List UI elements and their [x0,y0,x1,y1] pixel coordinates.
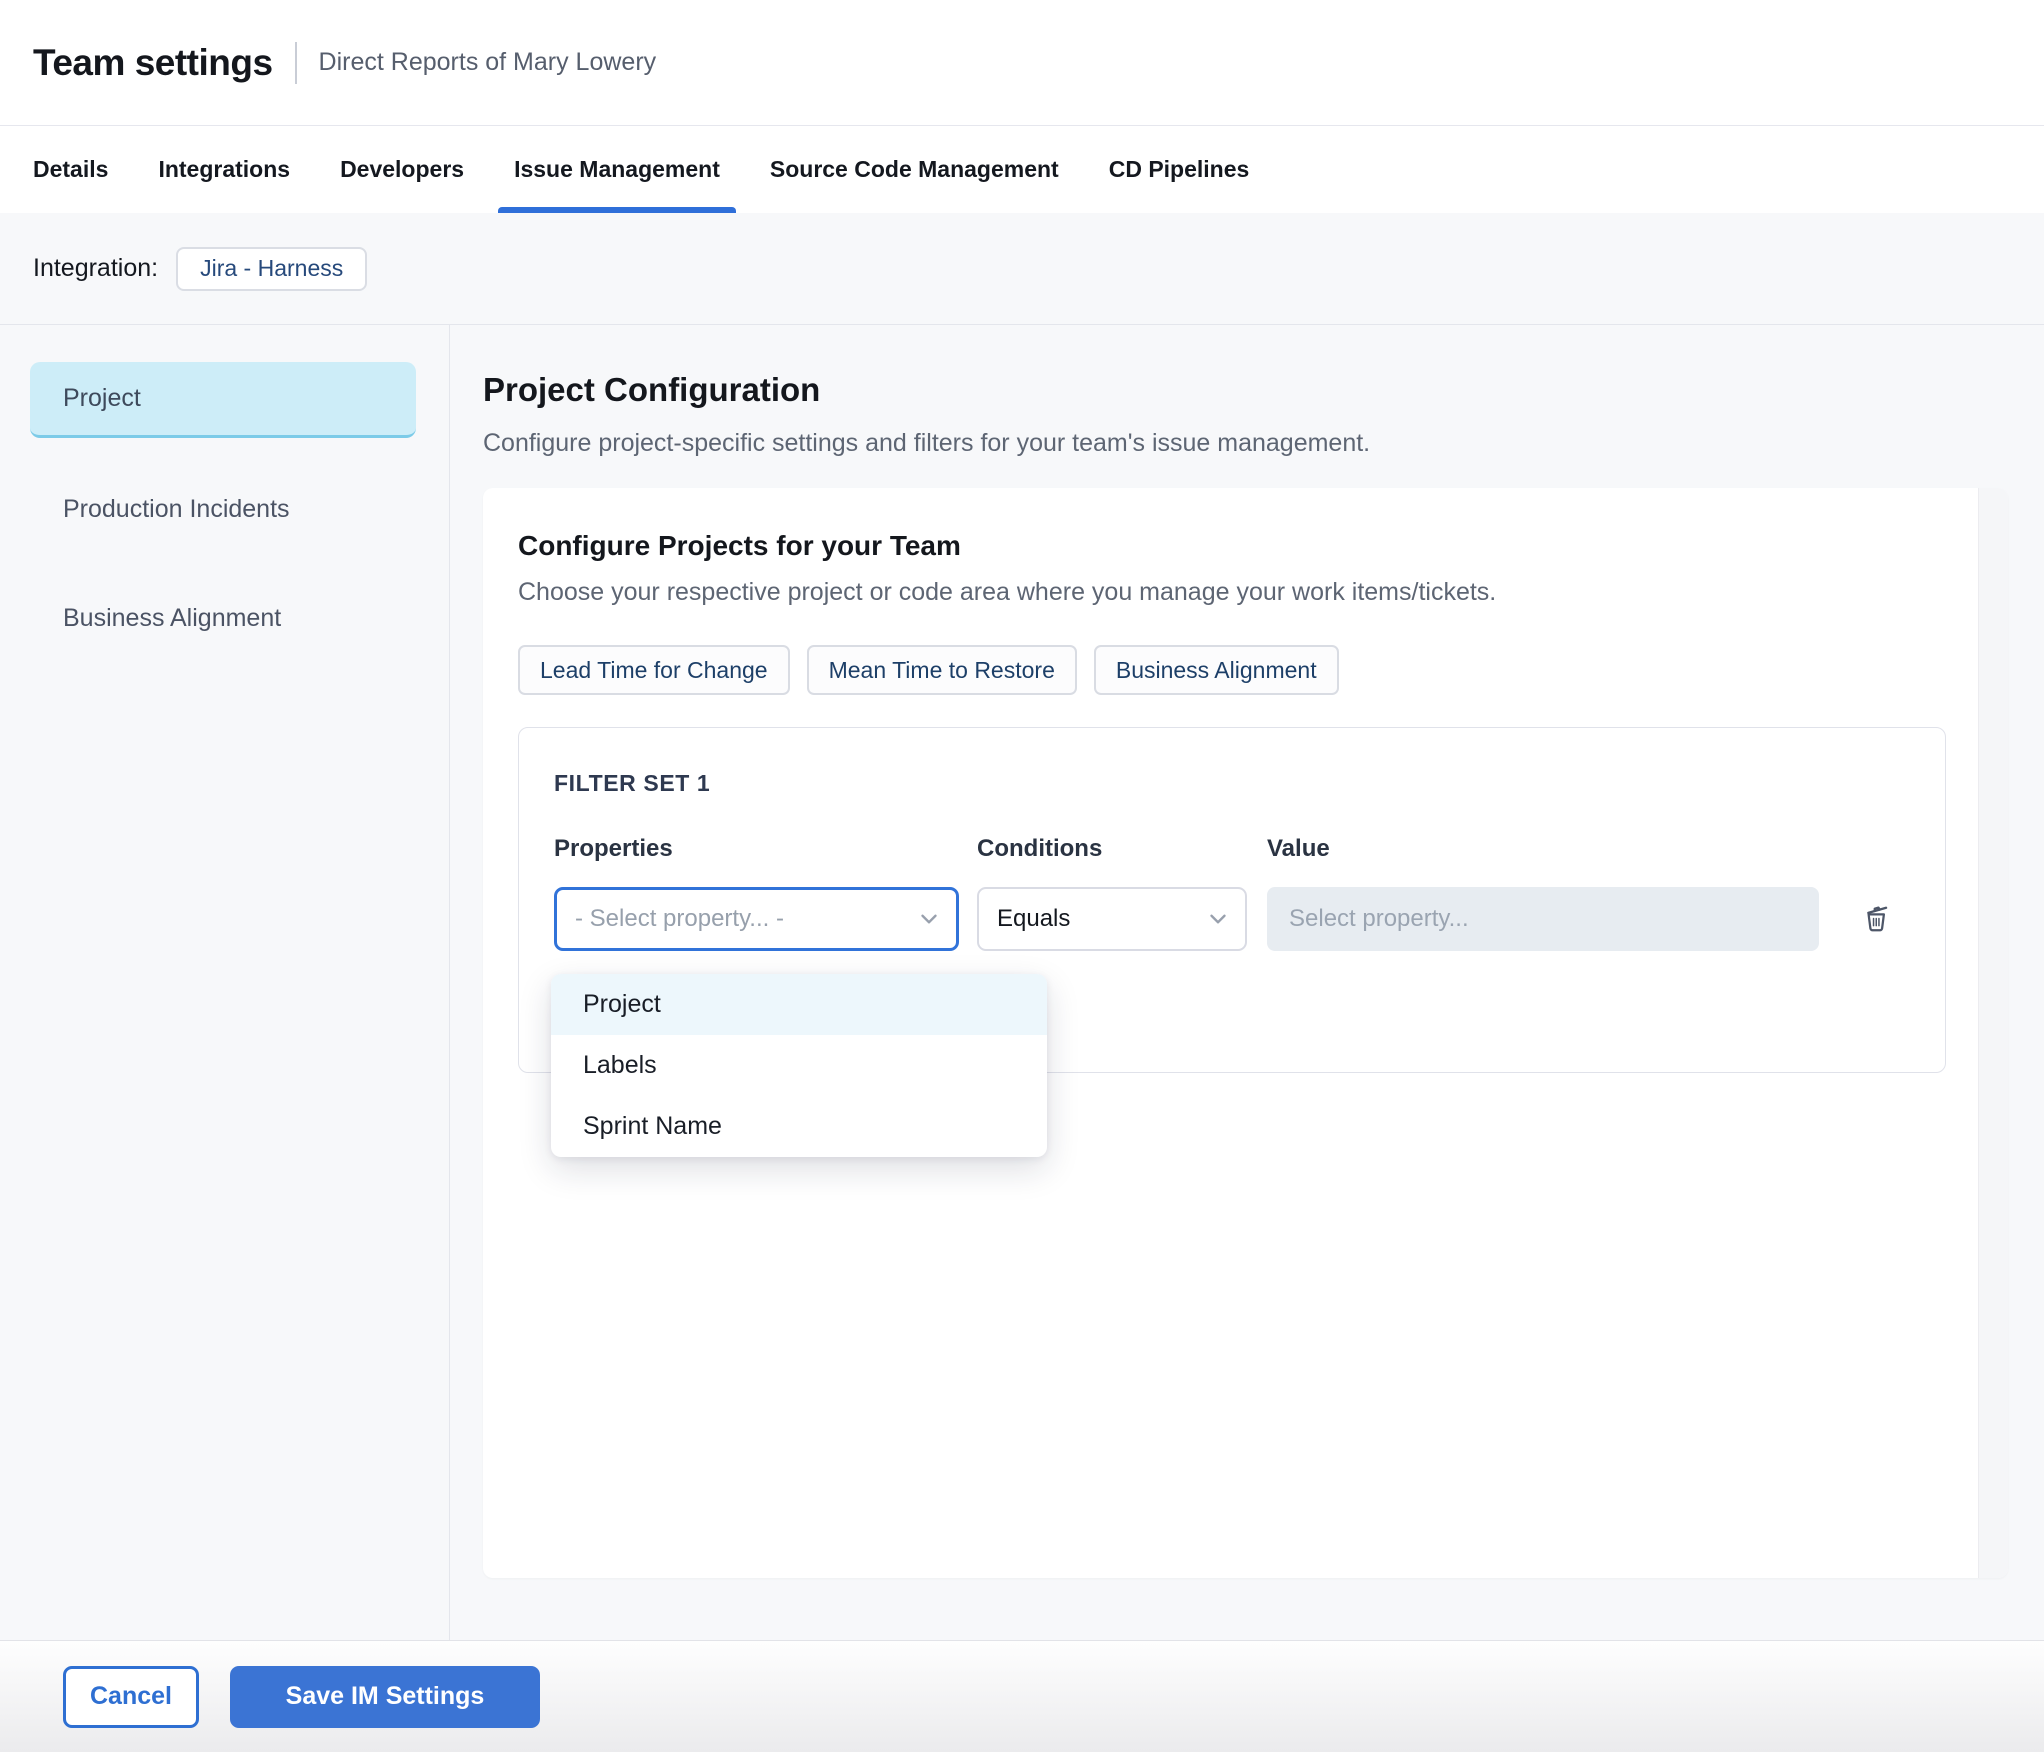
page-subtitle: Direct Reports of Mary Lowery [318,48,657,76]
property-select-value: - Select property... - [575,905,784,932]
value-column: Value [1267,835,1819,951]
chevron-down-icon [916,906,942,932]
sidebar-item-production-incidents[interactable]: Production Incidents [30,471,416,547]
value-input[interactable] [1267,887,1819,951]
footer-actions: Cancel Save IM Settings [0,1640,2044,1752]
card-title: Configure Projects for your Team [518,530,961,561]
metric-chips: Lead Time for Change Mean Time to Restor… [518,645,1973,695]
chip-business-alignment[interactable]: Business Alignment [1093,645,1339,695]
title-divider [294,41,297,84]
property-dropdown: Project Labels Sprint Name [551,974,1047,1157]
properties-label: Properties [554,835,673,862]
configure-projects-card: Configure Projects for your Team Choose … [483,488,2008,1578]
main-panel: Project Configuration Configure project-… [450,325,2044,1640]
properties-column: Properties - Select property... - [554,835,959,951]
filter-set-title: FILTER SET 1 [554,770,711,796]
integration-chip[interactable]: Jira - Harness [176,246,368,291]
filter-row: Properties - Select property... - Condit… [554,835,1910,951]
conditions-column: Conditions Equals [977,835,1247,951]
page-title: Team settings [33,41,273,83]
page-header: Team settings Direct Reports of Mary Low… [0,0,2044,126]
tab-source-code-management[interactable]: Source Code Management [754,126,1075,213]
tab-developers[interactable]: Developers [324,126,480,213]
sidebar-item-business-alignment[interactable]: Business Alignment [30,580,416,656]
card-scrollbar-track[interactable] [1978,488,2008,1578]
content-area: Project Production Incidents Business Al… [0,325,2044,1640]
chevron-down-icon [1205,906,1231,932]
team-settings-page: Team settings Direct Reports of Mary Low… [0,0,2044,1752]
card-description: Choose your respective project or code a… [518,578,1497,606]
tab-details[interactable]: Details [17,126,124,213]
condition-select-value: Equals [997,905,1071,932]
filter-set-1: FILTER SET 1 Properties - Select propert… [518,727,1946,1157]
save-im-settings-button[interactable]: Save IM Settings [230,1665,540,1728]
tab-issue-management[interactable]: Issue Management [498,126,736,213]
dropdown-option-project[interactable]: Project [551,974,1047,1035]
tab-cd-pipelines[interactable]: CD Pipelines [1093,126,1266,213]
settings-sidebar: Project Production Incidents Business Al… [0,325,450,1640]
condition-select[interactable]: Equals [977,887,1247,951]
value-label: Value [1267,835,1330,862]
chip-lead-time-for-change[interactable]: Lead Time for Change [518,645,790,695]
tab-integrations[interactable]: Integrations [142,126,306,213]
property-select[interactable]: - Select property... - [554,887,959,951]
dropdown-option-labels[interactable]: Labels [551,1035,1047,1096]
chip-mean-time-to-restore[interactable]: Mean Time to Restore [806,645,1077,695]
tab-bar: Details Integrations Developers Issue Ma… [0,126,2044,213]
conditions-label: Conditions [977,835,1103,862]
trash-icon [1859,900,1895,939]
integration-row: Integration: Jira - Harness [0,213,2044,325]
section-description: Configure project-specific settings and … [483,429,1371,457]
sidebar-item-project[interactable]: Project [30,362,416,438]
integration-label: Integration: [33,254,159,282]
dropdown-option-sprint-name[interactable]: Sprint Name [551,1096,1047,1157]
cancel-button[interactable]: Cancel [63,1665,199,1728]
section-title: Project Configuration [483,371,821,408]
delete-filter-button[interactable] [1859,887,1895,951]
